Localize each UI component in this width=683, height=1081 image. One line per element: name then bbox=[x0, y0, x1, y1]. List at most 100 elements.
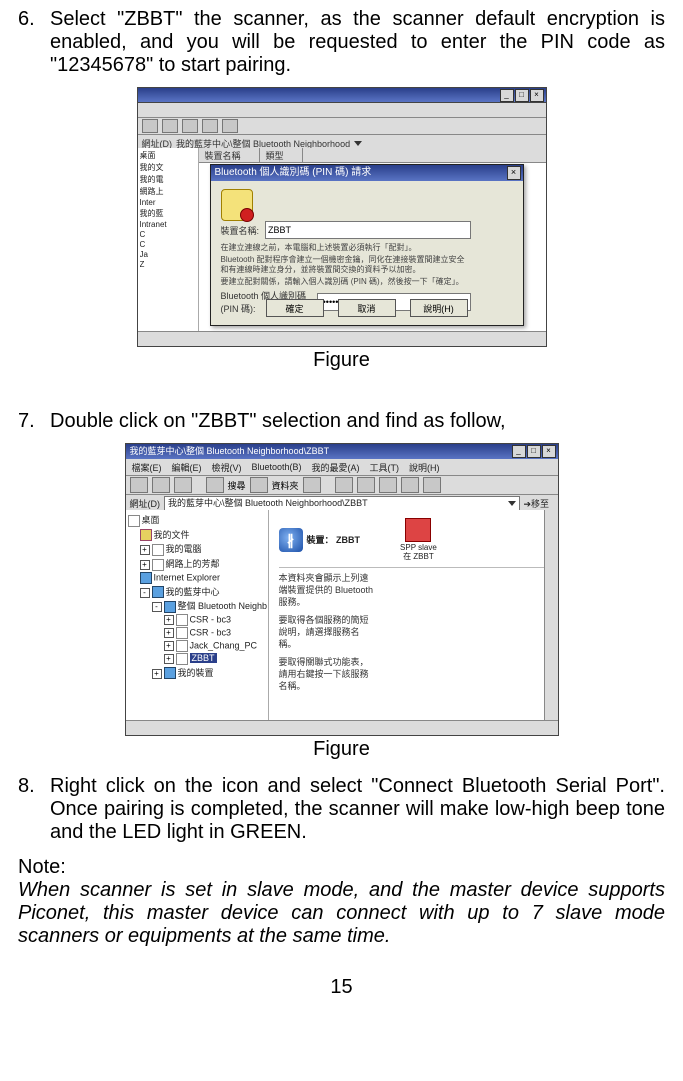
fig1-statusbar bbox=[138, 331, 546, 346]
tree-item[interactable]: Intranet bbox=[140, 220, 196, 229]
tree-my-computer[interactable]: +我的電腦 bbox=[128, 542, 266, 556]
toolbar-folders-icon[interactable] bbox=[222, 119, 238, 133]
toolbar-back-icon[interactable] bbox=[130, 477, 148, 493]
menu-favorites[interactable]: 我的最愛(A) bbox=[312, 461, 360, 474]
minimize-icon[interactable]: _ bbox=[512, 445, 526, 458]
step-7-text: Double click on "ZBBT" selection and fin… bbox=[50, 410, 665, 433]
close-icon[interactable]: × bbox=[542, 445, 556, 458]
toolbar-folders-icon[interactable] bbox=[250, 477, 268, 493]
fig1-list-header: 裝置名稱 類型 bbox=[199, 148, 546, 163]
dialog-para-3: 要建立配對關係，請輸入個人識別碼 (PIN 碼)，然後按一下「確定」。 bbox=[221, 277, 471, 287]
tree-item[interactable]: 我的電 bbox=[140, 174, 196, 185]
menu-help[interactable]: 說明(H) bbox=[409, 461, 440, 474]
network-icon bbox=[152, 559, 164, 571]
figure-1-caption: Figure bbox=[18, 349, 665, 372]
help-button[interactable]: 說明(H) bbox=[410, 299, 468, 317]
tree-bt-neighborhood[interactable]: -整個 Bluetooth Neighb bbox=[128, 599, 266, 613]
tree-csr-1[interactable]: +CSR - bc3 bbox=[128, 614, 266, 626]
spp-line1: SPP slave bbox=[400, 543, 437, 552]
info-para-2: 要取得各個服務的簡短 說明，請選擇服務名 稱。 bbox=[269, 614, 558, 650]
cancel-button[interactable]: 取消 bbox=[338, 299, 396, 317]
dialog-buttons: 確定 取消 說明(H) bbox=[211, 299, 523, 317]
tree-csr-2[interactable]: +CSR - bc3 bbox=[128, 627, 266, 639]
dropdown-icon[interactable] bbox=[354, 141, 362, 146]
fig1-col1[interactable]: 裝置名稱 bbox=[199, 148, 260, 162]
tree-my-device[interactable]: +我的裝置 bbox=[128, 666, 266, 680]
menu-view[interactable]: 檢視(V) bbox=[212, 461, 242, 474]
spp-service[interactable]: SPP slave 在 ZBBT bbox=[400, 518, 437, 561]
expand-icon[interactable]: + bbox=[164, 641, 174, 651]
expand-icon[interactable]: + bbox=[164, 615, 174, 625]
tree-item[interactable]: Inter bbox=[140, 198, 196, 207]
dialog-para-2: Bluetooth 配對程序會建立一個機密金鑰，同化在連接裝置間建立安全和有連線… bbox=[221, 255, 471, 275]
toolbar-delete-icon[interactable] bbox=[379, 477, 397, 493]
tree-item[interactable]: C bbox=[140, 230, 196, 239]
fig1-menubar bbox=[138, 103, 546, 118]
toolbar-views-icon[interactable] bbox=[423, 477, 441, 493]
menu-bluetooth[interactable]: Bluetooth(B) bbox=[252, 462, 302, 472]
menu-edit[interactable]: 編輯(E) bbox=[172, 461, 202, 474]
fig2-content-header: ∦ 裝置： ZBBT SPP slave 在 ZBBT bbox=[269, 510, 558, 565]
toolbar-forward-icon[interactable] bbox=[152, 477, 170, 493]
menu-tools[interactable]: 工具(T) bbox=[370, 461, 400, 474]
close-icon[interactable]: × bbox=[530, 89, 544, 102]
tree-my-docs[interactable]: 我的文件 bbox=[128, 528, 266, 542]
tree-item[interactable]: 我的文 bbox=[140, 162, 196, 173]
toolbar-search-label[interactable]: 搜尋 bbox=[228, 479, 246, 492]
toolbar-move-icon[interactable] bbox=[335, 477, 353, 493]
expand-icon[interactable]: + bbox=[164, 654, 174, 664]
maximize-icon[interactable]: □ bbox=[515, 89, 529, 102]
minimize-icon[interactable]: _ bbox=[500, 89, 514, 102]
expand-icon[interactable]: + bbox=[140, 545, 150, 555]
toolbar-search-icon[interactable] bbox=[206, 477, 224, 493]
fig1-tree[interactable]: 桌面 我的文 我的電 網路上 Inter 我的藍 Intranet C C Ja… bbox=[138, 148, 199, 332]
tree-item[interactable]: 我的藍 bbox=[140, 208, 196, 219]
fig2-toolbar: 搜尋 資料夾 bbox=[126, 476, 558, 495]
page-number: 15 bbox=[18, 976, 665, 999]
step-7: 7. Double click on "ZBBT" selection and … bbox=[18, 410, 665, 433]
tree-item[interactable]: 網路上 bbox=[140, 186, 196, 197]
toolbar-up-icon[interactable] bbox=[182, 119, 198, 133]
fig1-col2[interactable]: 類型 bbox=[260, 148, 303, 162]
tree-jack-pc[interactable]: +Jack_Chang_PC bbox=[128, 640, 266, 652]
tree-item[interactable]: Z bbox=[140, 260, 196, 269]
vertical-scrollbar[interactable] bbox=[544, 510, 558, 721]
tree-network[interactable]: +網路上的芳鄰 bbox=[128, 557, 266, 571]
expand-icon[interactable]: + bbox=[152, 669, 162, 679]
maximize-icon[interactable]: □ bbox=[527, 445, 541, 458]
toolbar-folders-label[interactable]: 資料夾 bbox=[272, 479, 299, 492]
toolbar-search-icon[interactable] bbox=[202, 119, 218, 133]
ok-button[interactable]: 確定 bbox=[266, 299, 324, 317]
toolbar-history-icon[interactable] bbox=[303, 477, 321, 493]
spp-line2: 在 ZBBT bbox=[403, 552, 434, 561]
dropdown-icon[interactable] bbox=[508, 501, 516, 506]
toolbar-forward-icon[interactable] bbox=[162, 119, 178, 133]
tree-zbbt[interactable]: +ZBBT bbox=[128, 653, 266, 665]
tree-item[interactable]: 桌面 bbox=[140, 150, 196, 161]
toolbar-copy-icon[interactable] bbox=[357, 477, 375, 493]
toolbar-undo-icon[interactable] bbox=[401, 477, 419, 493]
collapse-icon[interactable]: - bbox=[152, 602, 162, 612]
menu-file[interactable]: 檔案(E) bbox=[132, 461, 162, 474]
device-icon bbox=[176, 653, 188, 665]
toolbar-back-icon[interactable] bbox=[142, 119, 158, 133]
expand-icon[interactable]: + bbox=[140, 560, 150, 570]
folder-icon bbox=[140, 529, 152, 541]
dialog-close-icon[interactable]: × bbox=[507, 166, 521, 180]
device-name-input[interactable] bbox=[265, 221, 470, 239]
collapse-icon[interactable]: - bbox=[140, 588, 150, 598]
tree-bluetooth[interactable]: -我的藍芽中心 bbox=[128, 585, 266, 599]
fig2-tree[interactable]: 桌面 我的文件 +我的電腦 +網路上的芳鄰 Internet Explorer … bbox=[126, 510, 269, 721]
tree-ie[interactable]: Internet Explorer bbox=[128, 572, 266, 584]
figure-2-caption: Figure bbox=[18, 738, 665, 761]
tree-item[interactable]: C bbox=[140, 240, 196, 249]
tree-item[interactable]: Ja bbox=[140, 250, 196, 259]
tree-desktop[interactable]: 桌面 bbox=[128, 513, 266, 527]
toolbar-up-icon[interactable] bbox=[174, 477, 192, 493]
bt-neighborhood-icon bbox=[164, 601, 176, 613]
expand-icon[interactable]: + bbox=[164, 628, 174, 638]
device-icon bbox=[176, 627, 188, 639]
bluetooth-icon bbox=[152, 586, 164, 598]
go-button[interactable]: ➔移至 bbox=[524, 497, 554, 510]
step-8-text: Right click on the icon and select "Conn… bbox=[50, 775, 665, 844]
